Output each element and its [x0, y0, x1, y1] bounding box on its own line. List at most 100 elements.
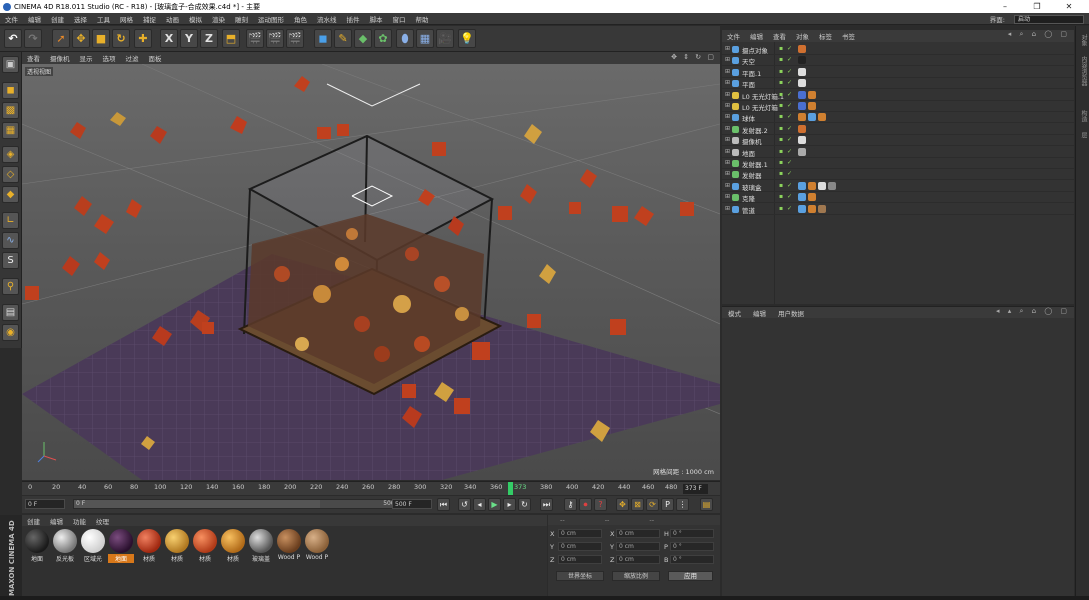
- tag-icon[interactable]: [808, 102, 816, 110]
- attr-menu-mode[interactable]: 模式: [722, 308, 747, 318]
- menu-create[interactable]: 创建: [46, 14, 69, 24]
- scale-button[interactable]: ■: [92, 29, 110, 48]
- object-row[interactable]: ⊞ 克隆 ▪ ✓: [722, 192, 1074, 204]
- render-settings-button[interactable]: 🎬: [286, 29, 304, 48]
- tag-icon[interactable]: [818, 181, 826, 190]
- layout-dropdown[interactable]: 启动: [1014, 14, 1084, 24]
- object-name[interactable]: 地面: [742, 148, 755, 158]
- material-swatch[interactable]: 反光板: [52, 529, 78, 563]
- material-swatch[interactable]: Wood P: [304, 529, 330, 561]
- maximize-button[interactable]: ❐: [1023, 0, 1051, 13]
- position-x-field[interactable]: 0 cm: [558, 529, 602, 538]
- object-name[interactable]: L0 无光灯箱.1: [742, 91, 784, 101]
- expand-icon[interactable]: ⊞: [725, 102, 730, 109]
- tag-icon[interactable]: [798, 136, 806, 145]
- previous-frame-button[interactable]: ◂: [473, 498, 486, 511]
- recent-tool-button[interactable]: ✚: [134, 29, 152, 48]
- visibility-check-icon[interactable]: ▪ ✓: [779, 113, 793, 120]
- coordinate-system-button[interactable]: ⬒: [222, 29, 240, 48]
- planar-workplane-button[interactable]: ▤: [2, 304, 19, 321]
- tag-icon[interactable]: [808, 181, 816, 190]
- tag-icon[interactable]: [808, 113, 816, 122]
- menu-plugins[interactable]: 插件: [342, 14, 365, 24]
- rotate-button[interactable]: ↻: [112, 29, 130, 48]
- attr-toolbar-icons[interactable]: ◂ ▴ ⌕ ⌂ ◯ ▢: [996, 307, 1070, 316]
- material-swatch[interactable]: 材质: [164, 529, 190, 563]
- material-swatch[interactable]: Wood P: [276, 529, 302, 561]
- menu-mograph[interactable]: 运动图形: [253, 14, 289, 24]
- object-row[interactable]: ⊞ 摄点对象 ▪ ✓: [722, 44, 1074, 55]
- expand-icon[interactable]: ⊞: [725, 91, 730, 98]
- object-row[interactable]: ⊞ 天空 ▪ ✓: [722, 55, 1074, 67]
- tag-icon[interactable]: [798, 67, 806, 76]
- deformer-button[interactable]: ⬮: [396, 29, 414, 48]
- object-row[interactable]: ⊞ 玻璃盒 ▪ ✓: [722, 181, 1074, 192]
- tag-icon[interactable]: [798, 124, 806, 133]
- om-menu-file[interactable]: 文件: [722, 31, 745, 41]
- visibility-check-icon[interactable]: ▪ ✓: [779, 56, 793, 63]
- rotation-b-field[interactable]: 0 °: [670, 555, 714, 564]
- parameter-key-button[interactable]: P: [661, 498, 674, 511]
- tag-icon[interactable]: [798, 113, 806, 122]
- visibility-check-icon[interactable]: ▪ ✓: [779, 91, 793, 98]
- object-row[interactable]: ⊞ 发射器 ▪ ✓: [722, 169, 1074, 181]
- material-swatch[interactable]: 材质: [220, 529, 246, 563]
- material-swatch[interactable]: 材质: [136, 529, 162, 563]
- minimize-button[interactable]: –: [991, 0, 1019, 13]
- attr-menu-user-data[interactable]: 用户数据: [772, 308, 810, 318]
- object-row[interactable]: ⊞ 平面 ▪ ✓: [722, 78, 1074, 90]
- expand-icon[interactable]: ⊞: [725, 148, 730, 155]
- material-swatch-selected[interactable]: 地面: [108, 529, 134, 563]
- expand-icon[interactable]: ⊞: [725, 68, 730, 75]
- next-frame-button[interactable]: ▸: [503, 498, 516, 511]
- current-frame-field[interactable]: 373 F: [683, 484, 708, 494]
- menu-window[interactable]: 窗口: [388, 14, 411, 24]
- subdivision-surface-button[interactable]: ◆: [354, 29, 372, 48]
- size-mode-dropdown[interactable]: 缩放比例: [612, 571, 660, 581]
- camera-button[interactable]: 🎥: [436, 29, 454, 48]
- tag-icon[interactable]: [798, 193, 806, 202]
- visibility-check-icon[interactable]: ▪ ✓: [779, 205, 793, 212]
- expand-icon[interactable]: ⊞: [725, 79, 730, 86]
- playhead-marker[interactable]: [508, 482, 513, 495]
- material-swatch[interactable]: 材质: [192, 529, 218, 563]
- live-select-button[interactable]: ➚: [52, 29, 70, 48]
- tag-icon[interactable]: [798, 181, 806, 190]
- object-row[interactable]: ⊞ 平面.1 ▪ ✓: [722, 67, 1074, 78]
- tag-icon[interactable]: [798, 102, 806, 110]
- texture-mode-button[interactable]: ▩: [2, 102, 19, 119]
- tag-icon[interactable]: [808, 147, 816, 156]
- snap-button[interactable]: S: [2, 252, 19, 269]
- vp-menu-cameras[interactable]: 摄像机: [45, 53, 75, 63]
- go-to-start-button[interactable]: ⏮: [437, 498, 450, 511]
- visibility-check-icon[interactable]: ▪ ✓: [779, 193, 793, 200]
- previous-key-button[interactable]: ↺: [458, 498, 471, 511]
- dock-tab-content-browser[interactable]: 内容浏览器: [1079, 56, 1088, 86]
- dock-tab-layers[interactable]: 层: [1079, 132, 1088, 138]
- axis-mode-button[interactable]: ∟: [2, 212, 19, 229]
- rotation-p-field[interactable]: 0 °: [670, 542, 714, 551]
- tag-icon[interactable]: [828, 181, 836, 190]
- keyframe-selection-button[interactable]: ?: [594, 498, 607, 511]
- expand-icon[interactable]: ⊞: [725, 56, 730, 63]
- size-x-field[interactable]: 0 cm: [616, 529, 660, 538]
- redo-button[interactable]: ↷: [24, 29, 42, 48]
- object-name[interactable]: 发射器: [742, 170, 762, 180]
- vp-menu-display[interactable]: 显示: [75, 53, 98, 63]
- object-name[interactable]: 摄点对象: [742, 45, 768, 55]
- om-toolbar-icons[interactable]: ◂ ⌕ ⌂ ◯ ▢: [1008, 30, 1070, 39]
- solo-button[interactable]: ◉: [2, 324, 19, 341]
- expand-icon[interactable]: ⊞: [725, 136, 730, 143]
- tag-icon[interactable]: [808, 204, 816, 213]
- point-level-button[interactable]: ⋮: [676, 498, 689, 511]
- om-menu-objects[interactable]: 对象: [791, 31, 814, 41]
- dock-tab-objects[interactable]: 对象: [1079, 34, 1088, 46]
- object-row[interactable]: ⊞ 球体 ▪ ✓: [722, 112, 1074, 124]
- go-to-end-button[interactable]: ⏭: [540, 498, 553, 511]
- menu-tools[interactable]: 工具: [92, 14, 115, 24]
- menu-help[interactable]: 帮助: [411, 14, 434, 24]
- viewport-nav-icons[interactable]: ✥ ⇕ ↻ ▢: [671, 53, 716, 61]
- position-y-field[interactable]: 0 cm: [558, 542, 602, 551]
- expand-icon[interactable]: ⊞: [725, 182, 730, 189]
- size-y-field[interactable]: 0 cm: [616, 542, 660, 551]
